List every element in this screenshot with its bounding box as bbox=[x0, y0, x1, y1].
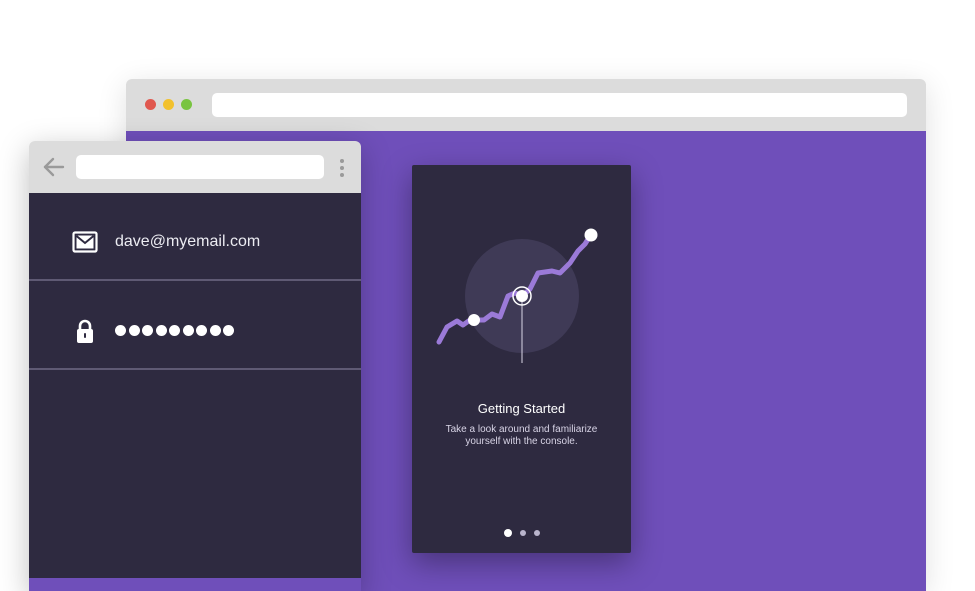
pagination-dots bbox=[412, 524, 631, 542]
lock-icon bbox=[77, 319, 93, 343]
password-mask-dot bbox=[142, 325, 153, 336]
chart-point-start bbox=[468, 314, 480, 326]
more-options-icon[interactable] bbox=[338, 157, 346, 179]
desktop-address-bar[interactable] bbox=[212, 93, 907, 117]
onboarding-card: Getting Started Take a look around and f… bbox=[412, 165, 631, 553]
desktop-title-bar bbox=[126, 79, 926, 131]
login-form: dave@myemail.com bbox=[29, 193, 361, 578]
email-field[interactable]: dave@myemail.com bbox=[29, 193, 361, 281]
maximize-window-button[interactable] bbox=[181, 99, 192, 110]
mobile-toolbar bbox=[29, 141, 361, 193]
envelope-icon bbox=[72, 231, 98, 253]
password-mask-dot bbox=[223, 325, 234, 336]
pager-dot-1[interactable] bbox=[503, 528, 512, 537]
chart-point-end bbox=[584, 228, 598, 242]
pager-dot-2[interactable] bbox=[519, 529, 526, 536]
close-window-button[interactable] bbox=[145, 99, 156, 110]
minimize-window-button[interactable] bbox=[163, 99, 174, 110]
mobile-footer-strip bbox=[29, 578, 361, 591]
password-mask-dot bbox=[169, 325, 180, 336]
password-mask-dot bbox=[209, 325, 221, 336]
password-mask-dot bbox=[115, 325, 126, 336]
password-mask-dot bbox=[128, 325, 140, 336]
growth-chart-illustration bbox=[436, 228, 598, 363]
back-arrow-icon[interactable] bbox=[43, 157, 65, 177]
mobile-browser-window: dave@myemail.com bbox=[29, 141, 361, 591]
password-mask-dot bbox=[155, 325, 167, 336]
chart-point-selected bbox=[516, 290, 528, 302]
password-mask-dot bbox=[196, 325, 207, 336]
mobile-address-bar[interactable] bbox=[76, 155, 324, 179]
onboarding-title: Getting Started bbox=[477, 401, 566, 416]
onboarding-subtitle: Take a look around and familiarize yours… bbox=[445, 424, 598, 447]
password-field[interactable] bbox=[29, 282, 361, 370]
email-value: dave@myemail.com bbox=[115, 233, 261, 250]
password-mask bbox=[115, 323, 237, 341]
pager-dot-3[interactable] bbox=[533, 529, 540, 536]
password-mask-dot bbox=[182, 325, 194, 336]
